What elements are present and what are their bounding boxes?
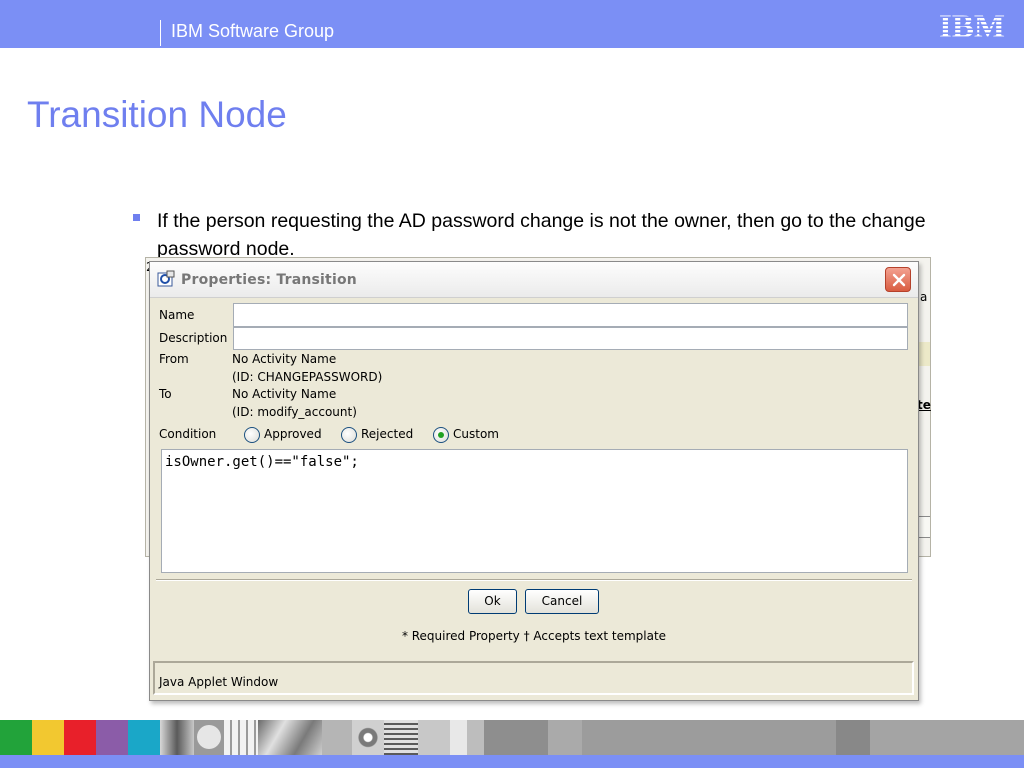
legend-note: * Required Property † Accepts text templ… [150,629,918,643]
cancel-button[interactable]: Cancel [525,589,599,614]
required-property-note: * Required Property [401,629,520,643]
radio-approved[interactable] [244,427,260,443]
strip-tile [322,720,352,755]
bg-fragment: a [920,290,928,304]
group-name: IBM Software Group [171,21,335,41]
strip-tile [194,720,224,755]
slide-title: Transition Node [27,94,287,135]
dialog-titlebar[interactable]: Properties: Transition [150,262,918,298]
strip-tile [418,720,450,755]
text-template-note: † Accepts text template [523,629,667,643]
close-button[interactable] [885,267,911,292]
strip-tile [450,720,484,755]
strip-tile [32,720,64,755]
strip-tile [582,720,836,755]
radio-rejected-label[interactable]: Rejected [361,427,413,441]
strip-tile [870,720,1024,755]
description-label: Description [159,331,228,345]
bg-button [918,516,930,538]
bg-fragment: te [917,398,931,412]
banner-divider [160,20,161,46]
description-input[interactable] [233,327,908,350]
to-label: To [159,387,172,401]
from-label: From [159,352,189,366]
name-label: Name [159,308,195,322]
radio-custom[interactable] [433,427,449,443]
bullet-square-icon [133,214,140,221]
radio-approved-label[interactable]: Approved [264,427,322,441]
condition-label: Condition [159,427,217,441]
ok-button[interactable]: Ok [468,589,517,614]
ibm-logo: IBM [939,10,1005,40]
strip-tile [836,720,870,755]
dialog-title: Properties: Transition [181,272,357,288]
from-activity-id: (ID: CHANGEPASSWORD) [232,370,383,384]
strip-tile [224,720,258,755]
radio-custom-label[interactable]: Custom [453,427,499,441]
strip-tile [352,720,384,755]
decorative-strip [0,720,1024,755]
to-activity-id: (ID: modify_account) [232,405,357,419]
strip-tile [128,720,160,755]
separator [156,579,912,581]
strip-tile [384,720,418,755]
strip-tile [160,720,194,755]
status-text: Java Applet Window [159,675,279,689]
from-activity-name: No Activity Name [232,352,337,366]
bottom-banner [0,755,1024,768]
strip-tile [0,720,32,755]
close-icon [892,273,906,287]
strip-tile [64,720,96,755]
svg-text:IBM: IBM [939,10,1005,40]
bullet-text: If the person requesting the AD password… [157,210,926,260]
strip-tile [96,720,128,755]
applet-window-icon [157,270,175,287]
bg-band [918,342,930,366]
strip-tile [484,720,548,755]
strip-tile [258,720,322,755]
top-banner: IBM Software Group IBM [0,0,1024,48]
properties-dialog: Properties: Transition Name Description … [149,261,919,701]
applet-status-bar: Java Applet Window [153,661,914,695]
condition-script-editor[interactable]: isOwner.get()=="false"; [161,449,908,573]
name-input[interactable] [233,303,908,327]
to-activity-name: No Activity Name [232,387,337,401]
radio-rejected[interactable] [341,427,357,443]
strip-tile [548,720,582,755]
